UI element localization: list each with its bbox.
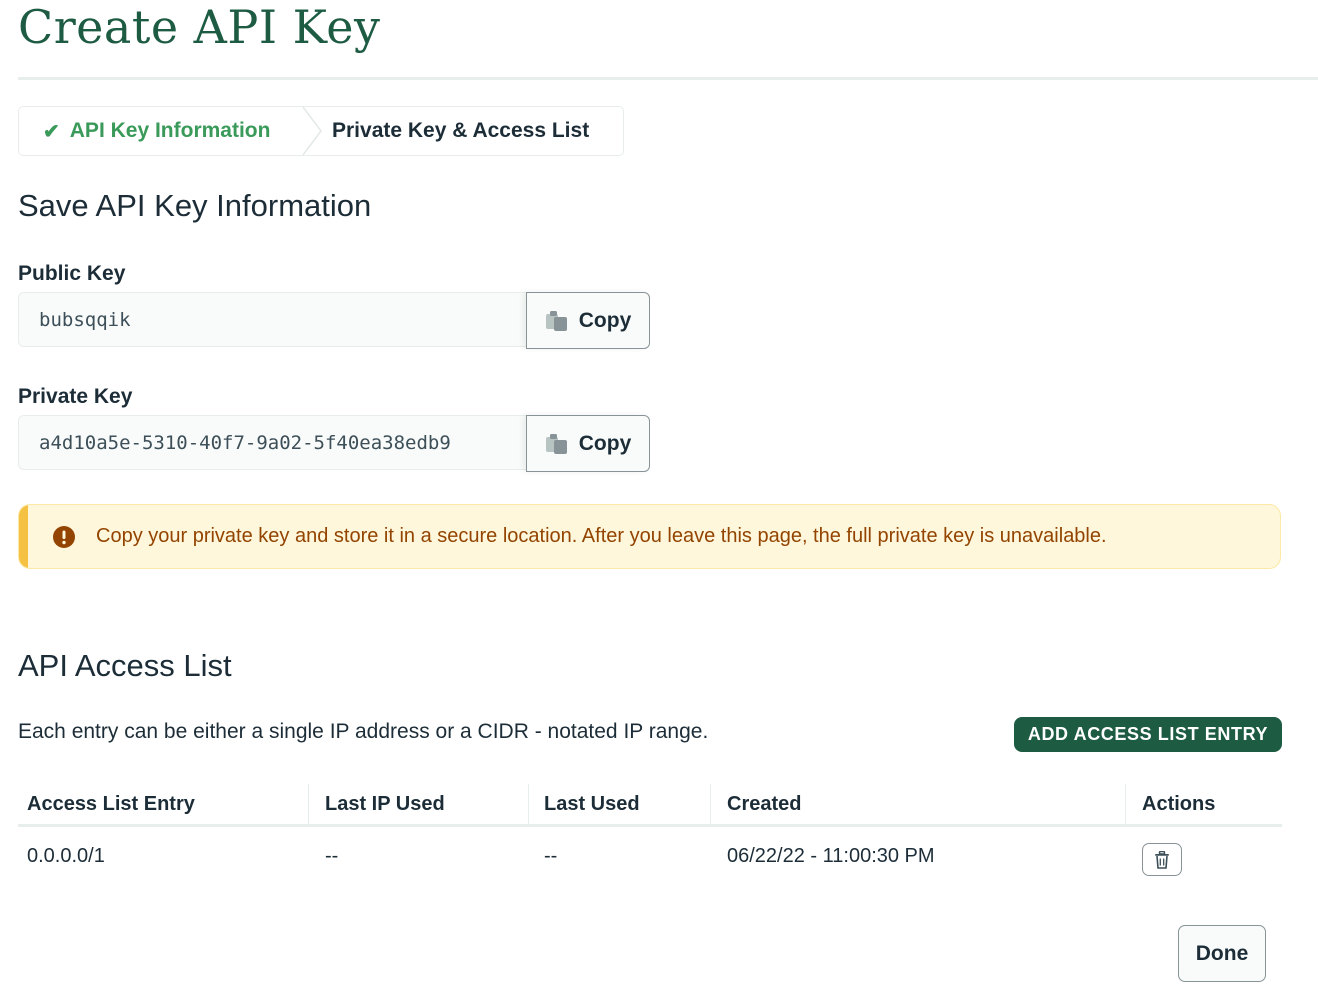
done-button[interactable]: Done xyxy=(1178,925,1266,982)
table-header: Access List Entry Last IP Used Last Used… xyxy=(18,784,1282,827)
add-access-list-entry-button[interactable]: ADD ACCESS LIST ENTRY xyxy=(1014,717,1282,752)
warning-icon xyxy=(53,526,75,548)
stepper: ✔ API Key Information Private Key & Acce… xyxy=(18,106,624,156)
trash-icon xyxy=(1155,850,1169,869)
step-api-key-information[interactable]: ✔ API Key Information xyxy=(43,107,270,155)
copy-icon xyxy=(545,433,567,454)
check-icon: ✔ xyxy=(43,120,60,143)
warning-banner: Copy your private key and store it in a … xyxy=(18,504,1281,569)
title-divider xyxy=(18,77,1318,80)
chevron-separator-icon xyxy=(302,107,322,155)
warning-text: Copy your private key and store it in a … xyxy=(96,525,1107,547)
table-row: 0.0.0.0/1 -- -- 06/22/22 - 11:00:30 PM xyxy=(18,827,1282,887)
copy-public-key-button[interactable]: Copy xyxy=(526,292,650,349)
column-divider xyxy=(308,784,309,824)
private-key-label: Private Key xyxy=(18,385,133,408)
column-header-created: Created xyxy=(727,792,802,815)
column-header-last-used: Last Used xyxy=(544,792,640,815)
column-header-last-ip: Last IP Used xyxy=(325,792,445,815)
step-label: API Key Information xyxy=(69,119,271,142)
column-divider xyxy=(1125,784,1126,824)
access-list-description: Each entry can be either a single IP add… xyxy=(18,720,709,743)
column-header-actions: Actions xyxy=(1142,792,1216,815)
copy-private-key-button[interactable]: Copy xyxy=(526,415,650,472)
step-private-key-access-list[interactable]: Private Key & Access List xyxy=(332,107,589,155)
column-divider xyxy=(528,784,529,824)
copy-icon xyxy=(545,310,567,331)
step-label: Private Key & Access List xyxy=(332,119,590,142)
column-header-entry: Access List Entry xyxy=(27,792,195,815)
delete-entry-button[interactable] xyxy=(1142,843,1182,876)
private-key-field[interactable]: a4d10a5e-5310-40f7-9a02-5f40ea38edb9 xyxy=(18,415,526,470)
cell-created: 06/22/22 - 11:00:30 PM xyxy=(727,845,935,867)
save-section-title: Save API Key Information xyxy=(18,188,372,223)
copy-label: Copy xyxy=(578,431,632,455)
warning-accent-bar xyxy=(19,505,28,568)
cell-last-used: -- xyxy=(544,845,558,867)
access-list-title: API Access List xyxy=(18,648,232,683)
public-key-label: Public Key xyxy=(18,262,126,285)
cell-last-ip: -- xyxy=(325,845,339,867)
page-title: Create API Key xyxy=(18,0,381,54)
public-key-field[interactable]: bubsqqik xyxy=(18,292,526,347)
copy-label: Copy xyxy=(578,308,632,332)
access-list-table: Access List Entry Last IP Used Last Used… xyxy=(18,784,1282,887)
cell-entry: 0.0.0.0/1 xyxy=(27,845,105,867)
column-divider xyxy=(710,784,711,824)
